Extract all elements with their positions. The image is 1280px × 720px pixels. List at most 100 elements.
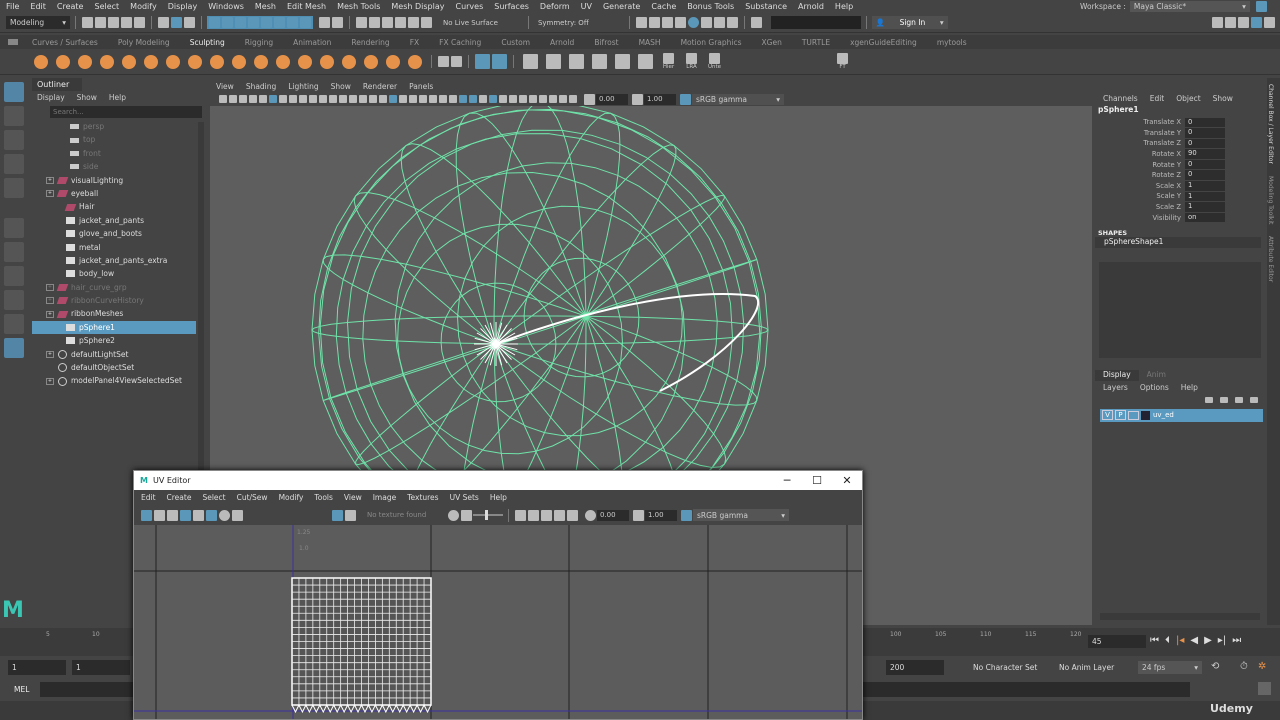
- texture-dropdown[interactable]: No texture found: [367, 511, 447, 519]
- menu-show[interactable]: Show: [77, 91, 97, 104]
- viewport-tool-icon[interactable]: [339, 95, 347, 103]
- outliner-item[interactable]: jacket_and_pants_extra: [32, 254, 206, 267]
- viewport-tool-icon[interactable]: [219, 95, 227, 103]
- save-scene-icon[interactable]: [108, 17, 119, 28]
- menu-channels[interactable]: Channels: [1103, 92, 1138, 105]
- step-forward-frame-icon[interactable]: ▸|: [1218, 635, 1226, 646]
- tab-curves-surfaces[interactable]: Curves / Surfaces: [32, 38, 98, 47]
- rotate-tool-icon[interactable]: [4, 178, 24, 198]
- pause-icon[interactable]: [726, 17, 738, 28]
- expand-icon[interactable]: +: [46, 190, 54, 198]
- menu-modify[interactable]: Modify: [279, 493, 304, 502]
- uv-toolkit-icon[interactable]: [141, 509, 152, 521]
- channel-value[interactable]: 0: [1185, 170, 1225, 181]
- new-layer-icon[interactable]: [1235, 396, 1243, 403]
- playback-start-field[interactable]: 1: [72, 660, 130, 675]
- loop-icon[interactable]: ⟲: [1211, 661, 1219, 672]
- menu-generate[interactable]: Generate: [603, 2, 640, 11]
- frame-icon[interactable]: [554, 509, 565, 521]
- expand-icon[interactable]: +: [46, 297, 54, 305]
- lattice-icon[interactable]: [438, 56, 449, 67]
- uv-grid[interactable]: [134, 525, 862, 719]
- start-time-field[interactable]: 1: [8, 660, 66, 675]
- sculpt-brush-icon[interactable]: [232, 54, 246, 69]
- menu-renderer[interactable]: Renderer: [363, 82, 397, 91]
- menu-edit[interactable]: Edit: [30, 2, 46, 11]
- isolate-icon[interactable]: [515, 509, 526, 521]
- current-frame-field[interactable]: 45: [1088, 635, 1146, 648]
- tool-e-icon[interactable]: [615, 54, 630, 69]
- pixel-snap-icon[interactable]: [567, 509, 578, 521]
- shelf-button-hier[interactable]: Hier: [662, 53, 675, 70]
- uv-editor-icon[interactable]: [475, 54, 490, 69]
- viewport-tool-icon[interactable]: [269, 95, 277, 103]
- image-ratio-icon[interactable]: [461, 509, 472, 521]
- viewport-tool-icon[interactable]: [259, 95, 267, 103]
- menu-help[interactable]: Help: [490, 493, 507, 502]
- viewport-tool-icon[interactable]: [249, 95, 257, 103]
- expand-icon[interactable]: +: [46, 176, 54, 184]
- menu-textures[interactable]: Textures: [407, 493, 438, 502]
- live-surface-label[interactable]: No Live Surface: [443, 19, 498, 27]
- brightness-slider[interactable]: [473, 510, 503, 520]
- texture-borders-icon[interactable]: [180, 509, 191, 521]
- viewport-tool-icon[interactable]: [329, 95, 337, 103]
- channel-value[interactable]: 0: [1185, 128, 1225, 138]
- lock-icon[interactable]: [1255, 0, 1267, 12]
- close-button[interactable]: ✕: [832, 474, 862, 487]
- colorspace-dropdown[interactable]: sRGB gamma ▾: [693, 509, 789, 521]
- viewport-tool-icon[interactable]: [409, 95, 417, 103]
- menu-mesh[interactable]: Mesh: [255, 2, 276, 11]
- tab-rigging[interactable]: Rigging: [245, 38, 273, 47]
- maximize-button[interactable]: ☐: [802, 474, 832, 487]
- select-object-icon[interactable]: [171, 17, 182, 28]
- modeling-toolkit-icon[interactable]: [1212, 17, 1223, 28]
- checker-icon[interactable]: [193, 509, 204, 521]
- exposure-field[interactable]: 0.00: [597, 509, 629, 521]
- snap-surface-icon[interactable]: [408, 17, 419, 28]
- expand-icon[interactable]: +: [46, 310, 54, 318]
- viewport-tool-icon[interactable]: [439, 95, 447, 103]
- outliner-item[interactable]: glove_and_boots: [32, 227, 206, 240]
- symmetry-dropdown[interactable]: Symmetry: Off: [538, 19, 589, 27]
- viewport-tool-icon[interactable]: [429, 95, 437, 103]
- channel-value[interactable]: 0: [1185, 159, 1225, 170]
- viewport-tool-icon[interactable]: [279, 95, 287, 103]
- tab-bifrost[interactable]: Bifrost: [594, 38, 618, 47]
- outliner-item[interactable]: persp: [32, 120, 206, 133]
- viewport-tool-icon[interactable]: [239, 95, 247, 103]
- menu-uv[interactable]: UV: [581, 2, 592, 11]
- channel-row[interactable]: Scale Z 1: [1095, 202, 1265, 213]
- tab-display[interactable]: Display: [1095, 369, 1139, 381]
- tab-anim[interactable]: Anim: [1139, 370, 1174, 381]
- gamma-icon[interactable]: [633, 509, 644, 521]
- outliner-item[interactable]: + ribbonCurveHistory: [32, 294, 206, 307]
- minimize-button[interactable]: ─: [772, 474, 802, 487]
- tool-d-icon[interactable]: [592, 54, 607, 69]
- menu-shading[interactable]: Shading: [246, 82, 276, 91]
- outliner-item[interactable]: + modelPanel4ViewSelectedSet: [32, 374, 206, 387]
- viewport-tool-icon[interactable]: [289, 95, 297, 103]
- script-editor-icon[interactable]: [1258, 682, 1271, 695]
- grid-icon[interactable]: [206, 509, 217, 521]
- viewport-tool-icon[interactable]: [569, 95, 577, 103]
- sculpt-brush-icon[interactable]: [386, 54, 400, 69]
- sculpt-brush-icon[interactable]: [188, 54, 202, 69]
- rotate-uv-icon[interactable]: [541, 509, 552, 521]
- menu-lighting[interactable]: Lighting: [288, 82, 318, 91]
- gamma-field[interactable]: 1.00: [644, 93, 676, 105]
- sculpt-brush-icon[interactable]: [298, 54, 312, 69]
- menu-substance[interactable]: Substance: [745, 2, 787, 11]
- outliner-item[interactable]: + ribbonMeshes: [32, 307, 206, 320]
- outliner-item[interactable]: + hair_curve_grp: [32, 281, 206, 294]
- arnold-icon[interactable]: [713, 17, 725, 28]
- mask-joints-icon[interactable]: [222, 17, 233, 28]
- menu-modify[interactable]: Modify: [130, 2, 157, 11]
- channel-value[interactable]: 1: [1185, 191, 1225, 202]
- tab-sculpting[interactable]: Sculpting: [190, 38, 225, 47]
- outliner-item[interactable]: metal: [32, 241, 206, 254]
- gamma-field[interactable]: 1.00: [645, 509, 677, 521]
- menu-help[interactable]: Help: [1181, 381, 1198, 394]
- redo-icon[interactable]: [134, 17, 145, 28]
- end-time-field[interactable]: 200: [886, 660, 944, 675]
